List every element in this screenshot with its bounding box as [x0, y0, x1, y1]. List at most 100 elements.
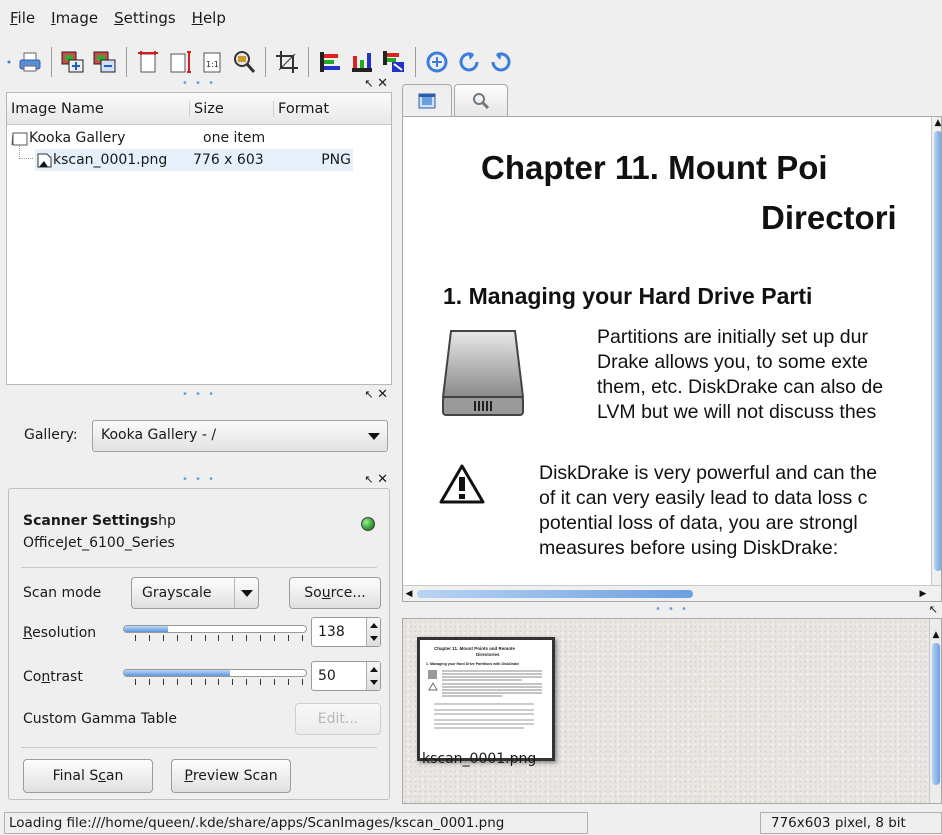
scroll-right-icon[interactable]: ▶ — [917, 588, 929, 600]
final-scan-button[interactable]: Final Sc an — [23, 759, 153, 793]
save-ocr-icon[interactable] — [92, 49, 118, 75]
column-format[interactable]: Format — [273, 100, 353, 117]
dock-grip-icon: • • • — [181, 474, 217, 485]
thumbnail-dock: • • • ↖ Chapter 11. Mount Points and Remo… — [402, 604, 942, 804]
toolbar-handle[interactable] — [6, 49, 12, 75]
scanner-status-led — [361, 517, 375, 531]
column-size[interactable]: Size — [189, 100, 273, 117]
separator — [21, 567, 377, 568]
scrollbar-thumb[interactable] — [932, 643, 940, 785]
thumbnail-view[interactable]: Chapter 11. Mount Points and Remote Dire… — [402, 618, 942, 804]
resolution-slider[interactable] — [123, 621, 307, 643]
print-icon[interactable] — [17, 49, 43, 75]
menu-settings[interactable]: Settings — [114, 9, 176, 27]
scan-to-gallery-icon[interactable] — [60, 49, 86, 75]
image-viewer-tab-icon — [418, 93, 436, 108]
toolbar-separator — [51, 47, 52, 77]
dock-grip-icon: • • • — [654, 604, 690, 615]
separator — [21, 747, 377, 748]
doc-text-line: DiskDrake is very powerful and can the — [539, 462, 878, 484]
gallery-select[interactable]: Kooka Gallery - / — [92, 420, 388, 452]
slider-fill — [124, 626, 168, 632]
thumbnail-vertical-scrollbar[interactable]: ▲ — [929, 619, 941, 803]
mirror-horizontal-icon[interactable] — [349, 49, 375, 75]
gallery-selector-dock: • • • ↖ ✕ Gallery: Kooka Gallery - / — [6, 387, 392, 471]
close-icon[interactable]: ✕ — [377, 387, 388, 402]
slider-groove — [123, 669, 307, 677]
source-button[interactable]: So u rce... — [289, 577, 381, 609]
doc-paragraph-2: DiskDrake is very powerful and can the o… — [539, 461, 877, 561]
scanner-settings-panel: Scanner Settingshp OfficeJet_6100_Series… — [8, 488, 390, 800]
slider-ticks — [135, 635, 303, 641]
menu-help[interactable]: Help — [192, 9, 226, 27]
doc-text-line: Partitions are initially set up dur — [597, 326, 868, 348]
dock-header[interactable]: • • • ↖ ✕ — [6, 76, 392, 92]
gallery-select-value: Kooka Gallery - / — [101, 427, 217, 443]
contrast-slider[interactable] — [123, 665, 307, 687]
menubar: File Image Settings Help — [0, 0, 942, 36]
image-info: 776x603 pixel, 8 bit — [760, 812, 942, 834]
menu-image[interactable]: Image — [51, 9, 98, 27]
menu-file[interactable]: File — [10, 9, 35, 27]
scroll-left-icon[interactable]: ◀ — [403, 588, 415, 600]
dock-buttons: ↖ ✕ — [364, 472, 388, 487]
dock-buttons: ↖ ✕ — [364, 387, 388, 402]
crop-icon[interactable] — [274, 49, 300, 75]
scrollbar-thumb[interactable] — [934, 131, 941, 571]
rotate-cw-icon[interactable] — [424, 49, 450, 75]
root-size: one item — [203, 130, 266, 146]
resolution-spinbox[interactable]: 138 — [311, 617, 381, 647]
undock-icon[interactable]: ↖ — [364, 473, 373, 486]
spin-buttons[interactable] — [366, 618, 380, 646]
tree-branch-line — [19, 145, 33, 159]
doc-section-heading: 1. Managing your Hard Drive Parti — [443, 283, 813, 309]
rotate-ccw-icon[interactable] — [456, 49, 482, 75]
column-image-name[interactable]: Image Name — [7, 101, 189, 117]
dock-header[interactable]: • • • ↖ — [402, 604, 942, 618]
scanned-document: Chapter 11. Mount Poi Directori 1. Manag… — [403, 117, 931, 585]
scroll-up-icon[interactable]: ▲ — [932, 117, 941, 129]
keep-zoom-icon[interactable] — [231, 49, 257, 75]
close-icon[interactable]: ✕ — [377, 76, 388, 91]
dock-header[interactable]: • • • ↖ ✕ — [6, 472, 392, 488]
scan-mode-select[interactable]: Grayscale — [131, 577, 259, 609]
toolbar-separator — [308, 47, 309, 77]
spin-buttons[interactable] — [366, 662, 380, 690]
dock-grip-icon: • • • — [181, 389, 217, 400]
scrollbar-thumb[interactable] — [417, 590, 693, 598]
original-size-icon[interactable]: 1:1 — [199, 49, 225, 75]
slider-ticks — [135, 679, 303, 685]
tree-row-root[interactable]: Kooka Gallery one item — [7, 127, 353, 149]
scroll-up-icon[interactable]: ▲ — [930, 629, 942, 641]
close-icon[interactable]: ✕ — [377, 472, 388, 487]
vertical-splitter[interactable] — [395, 86, 400, 802]
image-viewer[interactable]: Chapter 11. Mount Poi Directori 1. Manag… — [402, 116, 942, 602]
tab-image-viewer[interactable] — [402, 84, 452, 116]
mirror-both-icon[interactable] — [381, 49, 407, 75]
thumbnail-image[interactable]: Chapter 11. Mount Points and Remote Dire… — [417, 637, 555, 761]
contrast-spinbox[interactable]: 50 — [311, 661, 381, 691]
image-format: PNG — [321, 152, 351, 168]
image-size: 776 x 603 — [193, 152, 264, 168]
rotate-180-icon[interactable] — [488, 49, 514, 75]
viewer-vertical-scrollbar[interactable]: ▲ — [931, 117, 941, 585]
undock-icon[interactable]: ↖ — [364, 77, 373, 90]
dock-buttons: ↖ — [929, 604, 938, 616]
viewer-horizontal-scrollbar[interactable]: ◀ ▶ — [403, 585, 941, 601]
doc-text-line: potential loss of data, you are strongl — [539, 512, 858, 534]
mirror-vertical-icon[interactable] — [317, 49, 343, 75]
undock-icon[interactable]: ↖ — [929, 603, 938, 616]
undock-icon[interactable]: ↖ — [364, 388, 373, 401]
gallery-tree[interactable]: Image Name Size Format Kooka Gallery one… — [6, 92, 392, 385]
dock-header[interactable]: • • • ↖ ✕ — [6, 387, 392, 403]
fit-height-icon[interactable] — [167, 49, 193, 75]
tab-ocr-search[interactable] — [454, 84, 508, 116]
preview-scan-button[interactable]: Preview Scan — [171, 759, 291, 793]
thumbnail-filename: kscan_0001.png — [422, 751, 537, 767]
toolbar-separator — [126, 47, 127, 77]
tree-row-image[interactable]: kscan_0001.png 776 x 603 PNG — [35, 149, 353, 171]
fit-width-icon[interactable] — [135, 49, 161, 75]
svg-text:1:1: 1:1 — [206, 60, 219, 69]
edit-gamma-button[interactable]: Edit... — [295, 703, 381, 735]
dock-buttons: ↖ ✕ — [364, 76, 388, 91]
